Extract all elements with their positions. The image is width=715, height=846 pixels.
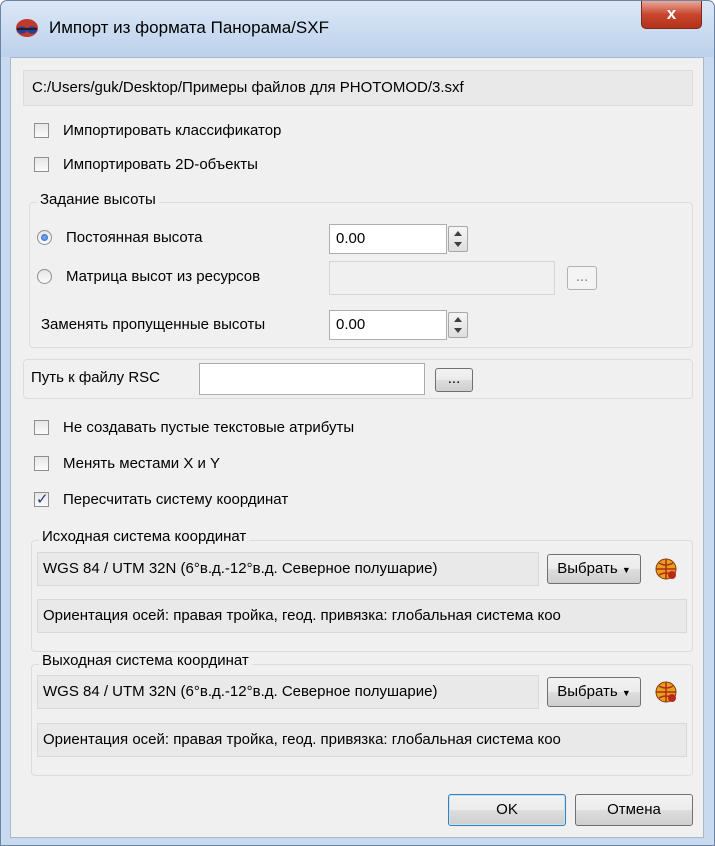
source-cs-title: Исходная система координат [39, 528, 250, 545]
replace-missing-input[interactable]: 0.00 [329, 310, 447, 340]
swap-xy-label: Менять местами X и Y [63, 455, 221, 472]
cancel-button[interactable]: Отмена [575, 794, 693, 826]
source-cs-globe-button[interactable] [649, 554, 683, 584]
rsc-path-input[interactable] [199, 363, 425, 395]
swap-xy-checkbox[interactable] [34, 456, 49, 471]
no-empty-text-label: Не создавать пустые текстовые атрибуты [63, 419, 355, 436]
output-cs-info-field: Ориентация осей: правая тройка, геод. пр… [37, 723, 687, 757]
window-title: Импорт из формата Панорама/SXF [49, 18, 329, 37]
title-bar[interactable]: Импорт из формата Панорама/SXF x [1, 1, 714, 57]
source-cs-name: WGS 84 / UTM 32N (6°в.д.-12°в.д. Северно… [43, 560, 438, 577]
constant-height-option[interactable]: Постоянная высота [37, 229, 317, 249]
constant-height-label: Постоянная высота [66, 229, 203, 246]
height-group-title: Задание высоты [37, 191, 159, 208]
swap-xy-option[interactable]: Менять местами X и Y [34, 455, 334, 475]
matrix-browse-button[interactable]: ... [567, 266, 597, 290]
glasses-icon [16, 19, 38, 37]
matrix-height-radio[interactable] [37, 269, 52, 284]
no-empty-text-option[interactable]: Не создавать пустые текстовые атрибуты [34, 419, 514, 439]
constant-height-spinner[interactable] [448, 226, 468, 252]
replace-missing-label: Заменять пропущенные высоты [41, 316, 266, 333]
close-icon: x [666, 4, 677, 23]
output-cs-name: WGS 84 / UTM 32N (6°в.д.-12°в.д. Северно… [43, 683, 438, 700]
file-path-field: C:/Users/guk/Desktop/Примеры файлов для … [23, 70, 693, 106]
cancel-label: Отмена [607, 801, 661, 818]
source-cs-info: Ориентация осей: правая тройка, геод. пр… [43, 607, 561, 624]
source-cs-info-field: Ориентация осей: правая тройка, геод. пр… [37, 599, 687, 633]
rsc-path-label: Путь к файлу RSC [31, 369, 161, 386]
ok-label: OK [496, 801, 518, 818]
matrix-browse-label: ... [575, 268, 589, 285]
import-2d-label: Импортировать 2D-объекты [63, 156, 258, 173]
import-classifier-label: Импортировать классификатор [63, 122, 282, 139]
globe-icon [655, 681, 677, 703]
import-dialog: Импорт из формата Панорама/SXF x C:/User… [0, 0, 715, 846]
matrix-height-input[interactable] [329, 261, 555, 295]
output-cs-select-label: Выбрать [557, 683, 618, 700]
no-empty-text-checkbox[interactable] [34, 420, 49, 435]
matrix-height-option[interactable]: Матрица высот из ресурсов [37, 268, 327, 288]
replace-missing-value: 0.00 [336, 316, 366, 333]
file-path-text: C:/Users/guk/Desktop/Примеры файлов для … [32, 79, 464, 96]
import-2d-option[interactable]: Импортировать 2D-объекты [34, 156, 434, 176]
matrix-height-label: Матрица высот из ресурсов [66, 268, 261, 285]
constant-height-value: 0.00 [336, 230, 366, 247]
rsc-browse-label: ... [447, 370, 461, 387]
replace-missing-spinner[interactable] [448, 312, 468, 338]
output-cs-name-field: WGS 84 / UTM 32N (6°в.д.-12°в.д. Северно… [37, 675, 539, 709]
globe-icon [655, 558, 677, 580]
source-cs-name-field: WGS 84 / UTM 32N (6°в.д.-12°в.д. Северно… [37, 552, 539, 586]
dialog-body: C:/Users/guk/Desktop/Примеры файлов для … [10, 57, 704, 838]
import-classifier-checkbox[interactable] [34, 123, 49, 138]
import-2d-checkbox[interactable] [34, 157, 49, 172]
recalc-cs-checkbox[interactable] [34, 490, 49, 508]
source-cs-select-button[interactable]: Выбрать ▼ [547, 554, 641, 584]
output-cs-select-button[interactable]: Выбрать ▼ [547, 677, 641, 707]
recalc-cs-label: Пересчитать систему координат [63, 491, 289, 508]
dropdown-arrow-icon: ▼ [621, 688, 631, 698]
output-cs-globe-button[interactable] [649, 677, 683, 707]
constant-height-input[interactable]: 0.00 [329, 224, 447, 254]
source-cs-select-label: Выбрать [557, 560, 618, 577]
ok-button[interactable]: OK [448, 794, 566, 826]
recalc-cs-option[interactable]: Пересчитать систему координат [34, 490, 434, 511]
close-button[interactable]: x [641, 1, 702, 29]
output-cs-title: Выходная система координат [39, 652, 252, 669]
constant-height-radio[interactable] [37, 230, 52, 245]
output-cs-info: Ориентация осей: правая тройка, геод. пр… [43, 731, 561, 748]
rsc-browse-button[interactable]: ... [435, 368, 473, 392]
import-classifier-option[interactable]: Импортировать классификатор [34, 122, 434, 142]
dropdown-arrow-icon: ▼ [621, 565, 631, 575]
